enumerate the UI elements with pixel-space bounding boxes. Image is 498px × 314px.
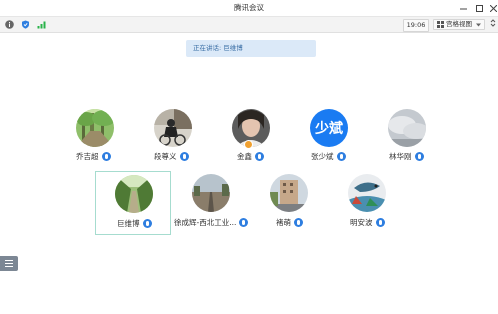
shield-icon[interactable] <box>21 20 30 29</box>
participant-name-row: 林华刚 <box>389 150 424 162</box>
participant-name-row: 徐成辉-西北工业... <box>174 216 249 228</box>
participant-name: 乔吉超 <box>76 151 99 161</box>
participant-name: 褚萌 <box>276 217 291 227</box>
avatar <box>270 174 308 212</box>
meeting-toolbar: 19:06 宫格视图 <box>0 16 498 33</box>
participant-name-row: 张少斌 <box>311 150 346 162</box>
info-icon[interactable] <box>5 20 14 29</box>
participant-name-row: 乔吉超 <box>76 150 111 162</box>
participant-name-row: 段尊义 <box>154 150 189 162</box>
participant-tile[interactable]: 褚萌 <box>251 171 327 235</box>
grid-icon <box>437 21 444 28</box>
speaking-indicator: 正在讲话: 巨维博 <box>186 40 316 57</box>
meeting-timer: 19:06 <box>403 19 429 32</box>
participant-name-row: 巨维博 <box>117 217 152 229</box>
window-title: 腾讯会议 <box>234 3 264 12</box>
mic-active-icon[interactable] <box>255 151 264 161</box>
participant-tile[interactable]: 徐成辉-西北工业... <box>173 171 249 235</box>
avatar <box>154 109 192 147</box>
title-bar: 腾讯会议 <box>0 0 498 16</box>
mic-active-icon[interactable] <box>179 151 189 161</box>
fullscreen-icon[interactable] <box>488 19 497 30</box>
view-mode-button[interactable]: 宫格视图 <box>433 19 485 30</box>
participant-name: 明安波 <box>350 217 373 227</box>
list-icon[interactable] <box>0 256 18 271</box>
avatar <box>192 174 230 212</box>
participant-name: 林华刚 <box>389 151 412 161</box>
avatar <box>76 109 114 147</box>
participant-tile[interactable]: 段尊义 <box>135 107 211 171</box>
view-mode-label: 宫格视图 <box>446 20 472 28</box>
participant-tile[interactable]: 乔吉超 <box>57 107 133 171</box>
participant-name-row: 褚萌 <box>276 216 303 228</box>
mic-active-icon[interactable] <box>239 217 249 227</box>
avatar <box>348 174 386 212</box>
maximize-icon[interactable] <box>472 0 486 16</box>
participant-tile[interactable]: 金鑫 <box>213 107 289 171</box>
participant-tile[interactable]: 林华刚 <box>369 107 445 171</box>
participant-tile-active[interactable]: 巨维博 <box>95 171 171 235</box>
mic-active-icon[interactable] <box>142 218 152 228</box>
minimize-icon[interactable] <box>456 0 470 16</box>
close-icon[interactable] <box>486 0 498 16</box>
participant-name: 徐成辉-西北工业... <box>174 217 237 227</box>
mic-active-icon[interactable] <box>294 217 303 227</box>
participant-tile[interactable]: 少斌 张少斌 <box>291 107 367 171</box>
hand-raise-badge <box>244 140 253 149</box>
chevron-down-icon <box>476 23 481 26</box>
mic-active-icon[interactable] <box>101 151 111 161</box>
participant-tile[interactable]: 明安波 <box>329 171 405 235</box>
avatar <box>115 175 153 213</box>
participant-name: 张少斌 <box>311 151 334 161</box>
mic-active-icon[interactable] <box>375 217 385 227</box>
mic-active-icon[interactable] <box>336 151 346 161</box>
participant-name-row: 明安波 <box>350 216 385 228</box>
participant-name: 金鑫 <box>237 151 252 161</box>
signal-icon[interactable] <box>37 20 46 29</box>
mic-active-icon[interactable] <box>414 151 424 161</box>
participant-name: 段尊义 <box>154 151 177 161</box>
participant-name-row: 金鑫 <box>237 150 264 162</box>
participant-name: 巨维博 <box>117 218 140 228</box>
avatar: 少斌 <box>310 109 348 147</box>
avatar <box>388 109 426 147</box>
